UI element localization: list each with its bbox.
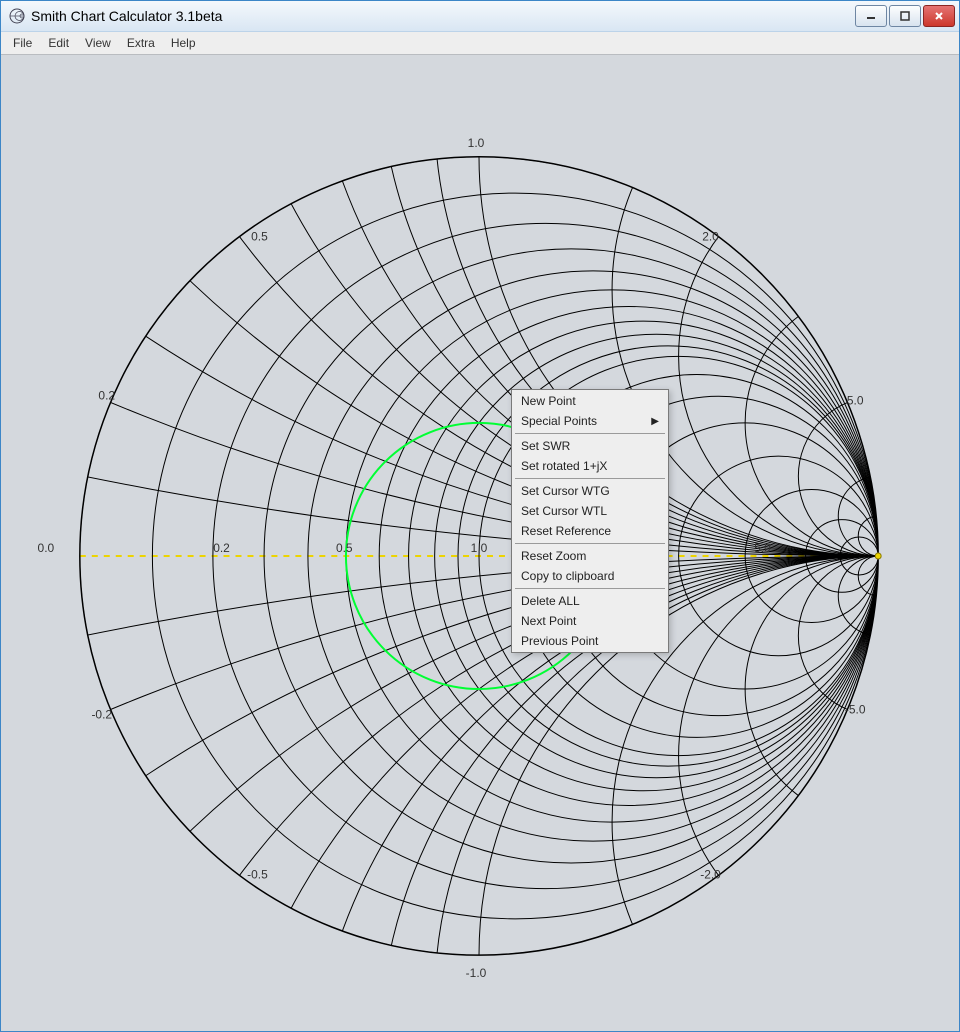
ctx-label: Set rotated 1+jX <box>521 459 607 473</box>
label-x-0.2p: 0.2 <box>98 388 115 402</box>
label-r-0.5: 0.5 <box>336 541 353 555</box>
ctx-cursor-wtg[interactable]: Set Cursor WTG <box>513 481 667 501</box>
label-x-2.0n: -2.0 <box>700 867 721 881</box>
ctx-label: Delete ALL <box>521 594 580 608</box>
ctx-new-point[interactable]: New Point <box>513 391 667 411</box>
ctx-label: Reset Zoom <box>521 549 586 563</box>
label-r-0.0: 0.0 <box>38 541 55 555</box>
ctx-separator <box>515 433 665 434</box>
ctx-separator <box>515 478 665 479</box>
label-x-0.2n: -0.2 <box>91 708 112 722</box>
ctx-set-rotated[interactable]: Set rotated 1+jX <box>513 456 667 476</box>
menu-edit[interactable]: Edit <box>42 34 75 52</box>
ctx-label: Special Points <box>521 414 597 428</box>
label-x-5.0p: 5.0 <box>847 393 864 407</box>
ctx-reset-ref[interactable]: Reset Reference <box>513 521 667 541</box>
menu-view[interactable]: View <box>79 34 117 52</box>
app-icon <box>9 8 25 24</box>
ctx-label: New Point <box>521 394 576 408</box>
chart-canvas[interactable]: 1.0 0.5 2.0 0.2 5.0 0.0 0.2 0.5 1.0 2.0 … <box>1 55 959 1031</box>
menubar: File Edit View Extra Help <box>1 32 959 55</box>
menu-extra[interactable]: Extra <box>121 34 161 52</box>
label-x-2.0p: 2.0 <box>702 230 719 244</box>
label-r-1.0: 1.0 <box>471 541 488 555</box>
ctx-label: Set SWR <box>521 439 570 453</box>
ctx-label: Set Cursor WTL <box>521 504 607 518</box>
label-x-5.0n: -5.0 <box>845 703 866 717</box>
ctx-separator <box>515 543 665 544</box>
ctx-label: Previous Point <box>521 634 598 648</box>
ctx-cursor-wtl[interactable]: Set Cursor WTL <box>513 501 667 521</box>
label-x-0.5p: 0.5 <box>251 230 268 244</box>
label-x-0.5n: -0.5 <box>247 867 268 881</box>
ctx-reset-zoom[interactable]: Reset Zoom <box>513 546 667 566</box>
menu-help[interactable]: Help <box>165 34 202 52</box>
minimize-button[interactable] <box>855 5 887 27</box>
smith-chart-svg: 1.0 0.5 2.0 0.2 5.0 0.0 0.2 0.5 1.0 2.0 … <box>1 55 959 1031</box>
context-menu: New Point Special Points ▶ Set SWR Set ro… <box>511 389 669 653</box>
ctx-next-point[interactable]: Next Point <box>513 611 667 631</box>
ctx-label: Next Point <box>521 614 576 628</box>
app-window: Smith Chart Calculator 3.1beta File Edit… <box>0 0 960 1032</box>
titlebar[interactable]: Smith Chart Calculator 3.1beta <box>1 1 959 32</box>
close-button[interactable] <box>923 5 955 27</box>
label-r-5.0: 5.0 <box>754 541 771 555</box>
ctx-label: Reset Reference <box>521 524 611 538</box>
ctx-separator <box>515 588 665 589</box>
ctx-special-points[interactable]: Special Points ▶ <box>513 411 667 431</box>
ctx-prev-point[interactable]: Previous Point <box>513 631 667 651</box>
window-title: Smith Chart Calculator 3.1beta <box>31 8 849 24</box>
ctx-delete-all[interactable]: Delete ALL <box>513 591 667 611</box>
ctx-label: Copy to clipboard <box>521 569 614 583</box>
maximize-button[interactable] <box>889 5 921 27</box>
label-x-1n: -1.0 <box>466 966 487 980</box>
ctx-set-swr[interactable]: Set SWR <box>513 436 667 456</box>
ctx-label: Set Cursor WTG <box>521 484 610 498</box>
menu-file[interactable]: File <box>7 34 38 52</box>
label-x-1p: 1.0 <box>468 136 485 150</box>
submenu-arrow-icon: ▶ <box>651 416 659 427</box>
window-controls <box>855 5 955 27</box>
label-r-0.2: 0.2 <box>213 541 230 555</box>
ctx-copy-clipboard[interactable]: Copy to clipboard <box>513 566 667 586</box>
